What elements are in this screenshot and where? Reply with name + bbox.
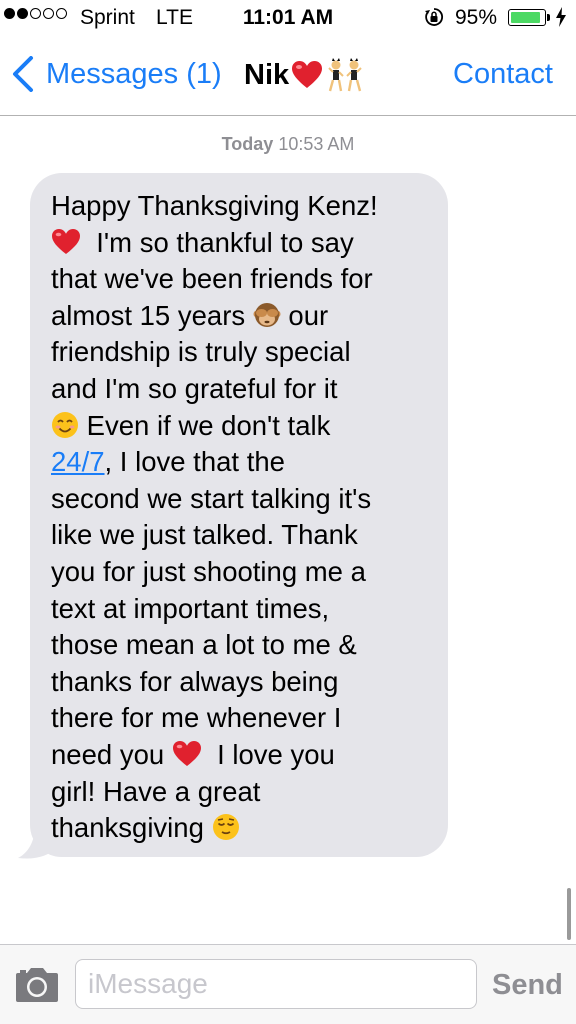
message-line: like we just talked. Thank	[51, 517, 441, 554]
dancers-emoji-icon	[328, 58, 362, 92]
message-line: Even if we don't talk	[51, 408, 441, 445]
message-text-segment: need you	[51, 738, 172, 770]
message-text-segment: like we just talked. Thank	[51, 519, 358, 551]
message-text-segment: there for me whenever I	[51, 702, 342, 734]
nav-bar: Messages (1) Nik Contact	[0, 36, 576, 116]
message-line: friendship is truly special	[51, 334, 441, 371]
message-text-segment: friendship is truly special	[51, 336, 351, 368]
charging-bolt-icon	[556, 7, 566, 27]
message-text-segment: you for just shooting me a	[51, 555, 366, 587]
message-link[interactable]: 24/7	[51, 446, 105, 477]
red-heart-emoji-icon	[51, 228, 81, 256]
message-line: 24/7, I love that the	[51, 444, 441, 481]
message-line: second we start talking it's	[51, 481, 441, 518]
rotation-lock-icon	[425, 8, 443, 26]
message-text-segment: girl! Have a great	[51, 775, 261, 807]
timestamp-time: 10:53 AM	[278, 134, 355, 154]
message-line: almost 15 years our	[51, 298, 441, 335]
message-text-segment: our	[280, 299, 329, 331]
message-text-segment: thanks for always being	[51, 665, 339, 697]
message-line: that we've been friends for	[51, 261, 441, 298]
chevron-left-icon	[13, 56, 33, 92]
message-text-segment: , I love that the	[104, 446, 285, 478]
red-heart-emoji-icon	[292, 61, 323, 88]
message-line: and I'm so grateful for it	[51, 371, 441, 408]
battery-nub	[547, 14, 550, 21]
camera-icon[interactable]	[14, 967, 60, 1003]
back-button[interactable]: Messages (1)	[12, 56, 222, 92]
message-line: I'm so thankful to say	[51, 225, 441, 262]
message-line: girl! Have a great	[51, 774, 441, 811]
message-input-bar: Send	[0, 944, 576, 1024]
smiling-face-emoji-icon	[51, 411, 79, 439]
conversation-title: Nik	[244, 58, 365, 92]
message-text-segment: those mean a lot to me &	[51, 629, 357, 661]
message-text-segment: and I'm so grateful for it	[51, 372, 338, 404]
see-no-evil-monkey-emoji-icon	[253, 301, 281, 329]
battery-level-fill	[511, 12, 540, 23]
message-line: you for just shooting me a	[51, 554, 441, 591]
message-text-segment: almost 15 years	[51, 299, 253, 331]
message-line: there for me whenever I	[51, 700, 441, 737]
message-text-segment: second we start talking it's	[51, 482, 372, 514]
back-button-label: Messages (1)	[46, 57, 222, 90]
message-text-segment: I love you	[201, 738, 335, 770]
timestamp-day: Today	[221, 134, 274, 154]
message-text-segment: I'm so thankful to say	[81, 226, 354, 258]
message-text-segment: that we've been friends for	[51, 263, 373, 295]
message-text-segment: thanksgiving	[51, 812, 212, 844]
battery-percent: 95%	[455, 6, 498, 29]
bubble-tail	[18, 818, 56, 859]
message-line: those mean a lot to me &	[51, 627, 441, 664]
message-timestamp: Today 10:53 AM	[0, 134, 576, 155]
message-line: thanks for always being	[51, 664, 441, 701]
contact-button[interactable]: Contact	[453, 58, 553, 91]
send-button[interactable]: Send	[492, 969, 563, 1002]
contact-name: Nik	[244, 58, 290, 91]
message-text-segment: Happy Thanksgiving Kenz!	[51, 190, 378, 221]
message-text: Happy Thanksgiving Kenz! I'm so thankful…	[51, 188, 441, 847]
message-text-segment: Even if we don't talk	[79, 409, 331, 441]
message-text-segment: text at important times,	[51, 592, 330, 624]
battery-icon	[508, 9, 546, 26]
message-line: thanksgiving	[51, 810, 441, 847]
message-line: text at important times,	[51, 591, 441, 628]
message-line: need you I love you	[51, 737, 441, 774]
message-line: Happy Thanksgiving Kenz!	[51, 188, 441, 225]
red-heart-emoji-icon	[172, 740, 202, 768]
scroll-indicator	[567, 888, 571, 940]
status-bar: Sprint LTE 11:01 AM 95%	[0, 0, 576, 36]
relieved-face-emoji-icon	[212, 813, 240, 841]
imessage-input[interactable]	[75, 959, 477, 1009]
